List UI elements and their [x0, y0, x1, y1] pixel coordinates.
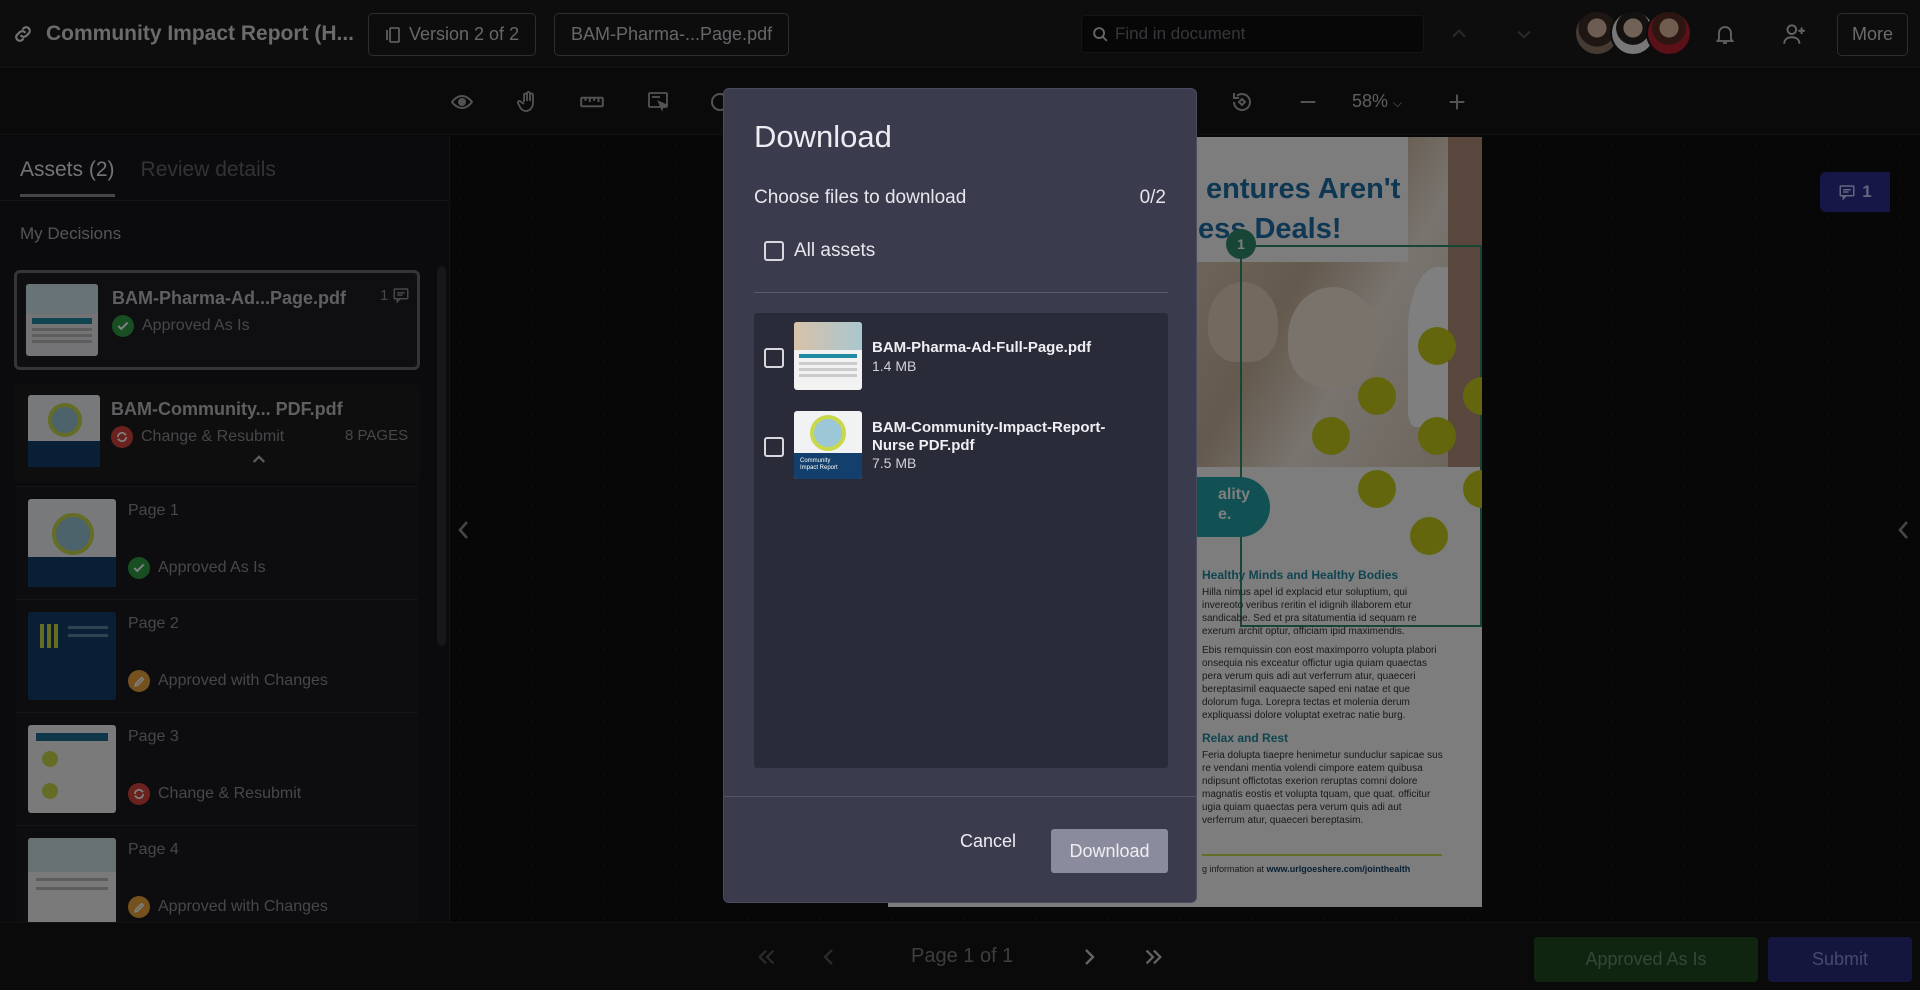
choose-files-label: Choose files to download: [754, 187, 967, 208]
file-size: 7.5 MB: [872, 455, 917, 471]
download-button[interactable]: Download: [1051, 829, 1168, 873]
file-thumbnail: Community Impact Report: [794, 411, 862, 479]
all-assets-label[interactable]: All assets: [794, 240, 875, 262]
file-name: BAM-Pharma-Ad-Full-Page.pdf: [872, 339, 1092, 356]
dialog-title: Download: [754, 119, 892, 154]
file-checkbox[interactable]: [764, 348, 784, 368]
cancel-button[interactable]: Cancel: [960, 831, 1016, 852]
thumb-caption: Community Impact Report: [800, 458, 838, 471]
file-thumbnail: [794, 322, 862, 390]
dialog-divider: [754, 292, 1168, 293]
download-dialog: Download Choose files to download 0/2 Al…: [723, 88, 1197, 903]
selection-count: 0/2: [1139, 187, 1166, 208]
file-list: BAM-Pharma-Ad-Full-Page.pdf 1.4 MB Commu…: [754, 313, 1168, 768]
footer-divider: [724, 796, 1196, 797]
file-name: BAM-Community-Impact-Report-Nurse PDF.pd…: [872, 419, 1106, 454]
all-assets-checkbox[interactable]: [764, 241, 784, 261]
file-checkbox[interactable]: [764, 437, 784, 457]
file-size: 1.4 MB: [872, 358, 917, 374]
app-root: Community Impact Report (H... Version 2 …: [0, 0, 1920, 990]
